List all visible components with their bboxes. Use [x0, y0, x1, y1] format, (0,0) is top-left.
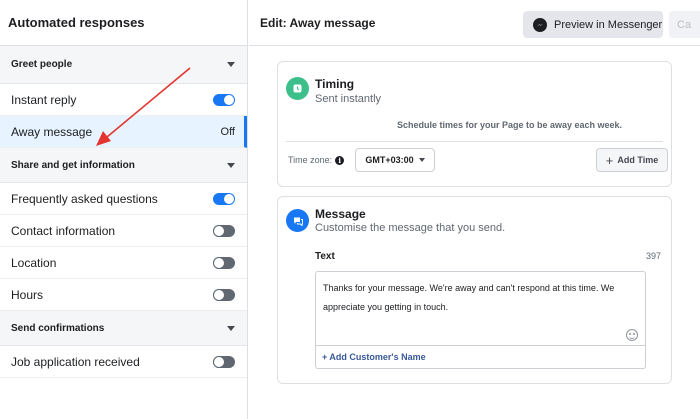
message-card: Message Customise the message that you s… — [277, 196, 672, 384]
section-share-info[interactable]: Share and get information — [0, 148, 247, 183]
editor-header: Edit: Away message Preview in Messenger … — [249, 0, 700, 46]
chevron-down-icon — [227, 325, 235, 331]
divider — [286, 141, 663, 142]
chat-bubble-icon — [286, 209, 309, 232]
sidebar-item-location[interactable]: Location — [0, 247, 247, 279]
message-subtitle: Customise the message that you send. — [315, 222, 506, 234]
emoji-icon[interactable] — [626, 329, 638, 341]
timing-card: Timing Sent instantly Schedule times for… — [277, 61, 672, 187]
timing-subtitle: Sent instantly — [315, 93, 382, 105]
sidebar-item-job-application[interactable]: Job application received — [0, 346, 247, 378]
messenger-icon — [533, 17, 547, 32]
sidebar-item-label: Hours — [11, 287, 44, 302]
job-application-toggle[interactable] — [213, 355, 235, 368]
preview-button-label: Preview in Messenger — [554, 18, 663, 31]
timezone-select[interactable]: GMT+03:00 — [355, 148, 435, 172]
schedule-note: Schedule times for your Page to be away … — [396, 120, 623, 130]
section-label: Send confirmations — [11, 322, 105, 334]
editor-panel: Edit: Away message Preview in Messenger … — [249, 0, 700, 419]
plus-icon: + — [605, 152, 614, 168]
status-label: Off — [220, 125, 235, 138]
sidebar-item-instant-reply[interactable]: Instant reply — [0, 84, 247, 116]
sidebar-item-label: Frequently asked questions — [11, 191, 158, 206]
chevron-down-icon — [227, 162, 235, 168]
sidebar-title: Automated responses — [0, 0, 247, 46]
sidebar-item-label: Away message — [11, 124, 93, 139]
section-label: Greet people — [11, 59, 73, 70]
add-time-button[interactable]: + Add Time — [596, 148, 668, 172]
timing-title: Timing — [315, 77, 355, 91]
sidebar-item-label: Contact information — [11, 223, 116, 238]
add-time-label: Add Time — [617, 155, 659, 165]
hours-toggle[interactable] — [213, 288, 235, 301]
sidebar-item-hours[interactable]: Hours — [0, 279, 247, 311]
message-body-line: appreciate you getting in touch. — [323, 302, 449, 312]
character-count: 397 — [645, 251, 661, 261]
message-title: Message — [315, 207, 366, 221]
page-title: Edit: Away message — [260, 15, 376, 30]
chevron-down-icon — [418, 158, 425, 162]
chevron-down-icon — [227, 62, 235, 67]
timezone-label-text: Time zone: — [288, 155, 333, 165]
location-toggle[interactable] — [213, 256, 235, 269]
sidebar-item-label: Job application received — [11, 354, 140, 369]
faq-toggle[interactable] — [213, 192, 235, 205]
message-body-line: Thanks for your message. We're away and … — [323, 283, 615, 293]
timezone-value: GMT+03:00 — [365, 155, 414, 165]
section-label: Share and get information — [11, 159, 135, 171]
timezone-label: Time zone: i — [288, 155, 345, 165]
preview-in-messenger-button[interactable]: Preview in Messenger — [523, 11, 663, 38]
cancel-button[interactable]: Ca — [669, 11, 700, 38]
sidebar-item-label: Location — [11, 255, 57, 270]
instant-reply-toggle[interactable] — [213, 93, 235, 106]
cancel-button-label: Ca — [677, 18, 692, 31]
sidebar-item-faq[interactable]: Frequently asked questions — [0, 183, 247, 215]
section-greet-people[interactable]: Greet people — [0, 46, 247, 84]
sidebar-item-away-message[interactable]: Away message Off — [0, 116, 247, 148]
clock-icon — [286, 77, 309, 100]
contact-information-toggle[interactable] — [213, 224, 235, 237]
section-send-confirmations[interactable]: Send confirmations — [0, 311, 247, 346]
text-label: Text — [315, 251, 335, 262]
info-icon[interactable]: i — [335, 155, 345, 165]
message-textarea[interactable]: Thanks for your message. We're away and … — [315, 271, 646, 346]
sidebar-item-label: Instant reply — [11, 92, 77, 107]
add-customer-name-button[interactable]: + Add Customer's Name — [315, 346, 646, 369]
sidebar-item-contact-information[interactable]: Contact information — [0, 215, 247, 247]
automated-responses-sidebar: Automated responses Greet people Instant… — [0, 0, 248, 419]
